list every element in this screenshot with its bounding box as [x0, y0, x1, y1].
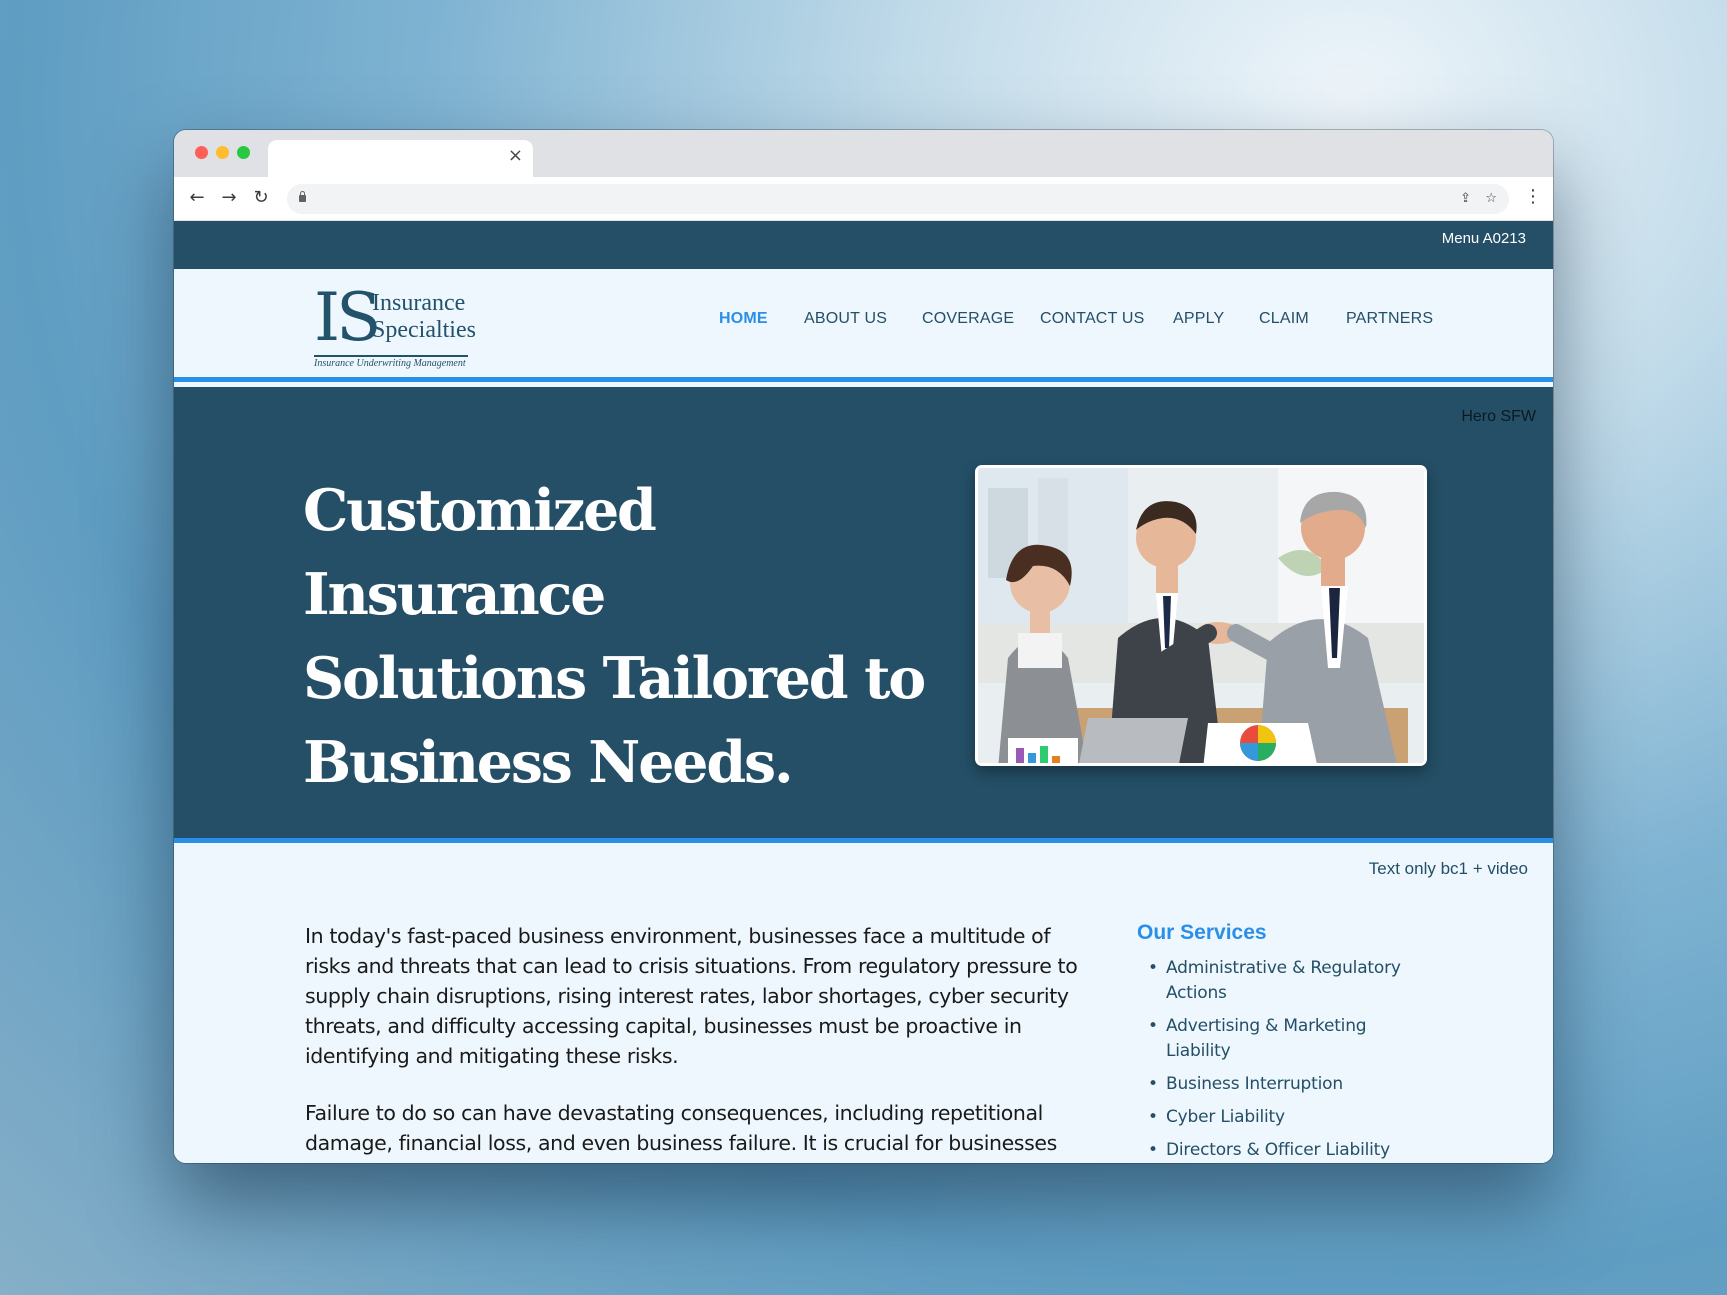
intro-paragraph: In today's fast-paced business environme… — [305, 924, 1078, 1068]
hero-label: Hero SFW — [1461, 408, 1536, 425]
service-item-advertising-marketing[interactable]: Advertising & Marketing Liability — [1148, 1014, 1426, 1064]
browser-window: × ← → ↻ ⇪ ☆ ⋮ Menu A0213 IS Insurance Sp… — [174, 130, 1553, 1163]
nav-item-apply[interactable]: APPLY — [1173, 310, 1224, 328]
top-bar: Menu A0213 — [174, 221, 1553, 269]
logo-line-2: Specialties — [372, 317, 476, 343]
nav-item-coverage[interactable]: COVERAGE — [922, 310, 1014, 328]
browser-toolbar: ← → ↻ ⇪ ☆ ⋮ — [174, 177, 1553, 221]
services-list: Administrative & Regulatory Actions Adve… — [1148, 956, 1426, 1163]
tab-bar: × — [174, 130, 1553, 177]
browser-menu-icon[interactable]: ⋮ — [1524, 185, 1542, 209]
close-tab-icon[interactable]: × — [508, 146, 523, 166]
logo-mark: IS — [314, 279, 381, 356]
back-arrow-icon[interactable]: ← — [186, 186, 208, 210]
content-label: Text only bc1 + video — [1368, 859, 1528, 878]
address-bar[interactable]: ⇪ ☆ — [287, 184, 1509, 214]
minimize-window-button[interactable] — [216, 146, 229, 159]
service-item-cyber-liability[interactable]: Cyber Liability — [1148, 1105, 1426, 1130]
forward-arrow-icon[interactable]: → — [218, 186, 240, 210]
site-header: IS Insurance Specialties Insurance Under… — [174, 269, 1553, 382]
nav-item-home[interactable]: HOME — [719, 310, 768, 328]
content-section: Text only bc1 + video In today's fast-pa… — [174, 848, 1553, 1163]
hero-title-line-3: Business Needs. — [303, 729, 794, 796]
share-icon[interactable]: ⇪ — [1460, 189, 1471, 209]
site-logo[interactable]: IS Insurance Specialties Insurance Under… — [314, 279, 476, 371]
service-item-administrative-regulatory[interactable]: Administrative & Regulatory Actions — [1148, 956, 1426, 1006]
logo-rule — [314, 355, 468, 357]
second-paragraph: Failure to do so can have devastating co… — [305, 1101, 1057, 1163]
close-window-button[interactable] — [195, 146, 208, 159]
nav-item-partners[interactable]: PARTNERS — [1346, 310, 1433, 328]
hero-title: Customized Insurance Solutions Tailored … — [303, 469, 963, 805]
web-page: Menu A0213 IS Insurance Specialties Insu… — [174, 221, 1553, 1163]
logo-line-1: Insurance — [372, 290, 466, 316]
maximize-window-button[interactable] — [237, 146, 250, 159]
reload-icon[interactable]: ↻ — [250, 186, 272, 210]
nav-item-claim[interactable]: CLAIM — [1259, 310, 1309, 328]
logo-tagline: Insurance Underwriting Management — [314, 358, 466, 369]
hero-business-meeting-photo — [975, 465, 1427, 766]
top-bar-label: Menu A0213 — [1441, 230, 1526, 247]
browser-tab[interactable]: × — [268, 140, 533, 177]
services-title: Our Services — [1137, 921, 1267, 944]
nav-item-contact-us[interactable]: CONTACT US — [1040, 310, 1145, 328]
business-meeting-illustration — [978, 468, 1424, 763]
lock-icon — [299, 191, 306, 202]
hero-title-line-1: Customized Insurance — [303, 477, 657, 628]
hero-section: Hero SFW Customized Insurance Solutions … — [174, 387, 1553, 843]
hero-title-line-2: Solutions Tailored to — [303, 645, 926, 712]
nav-item-about-us[interactable]: ABOUT US — [804, 310, 887, 328]
service-item-directors-officer[interactable]: Directors & Officer Liability — [1148, 1138, 1426, 1163]
service-item-business-interruption[interactable]: Business Interruption — [1148, 1072, 1426, 1097]
bookmark-star-icon[interactable]: ☆ — [1485, 189, 1497, 209]
